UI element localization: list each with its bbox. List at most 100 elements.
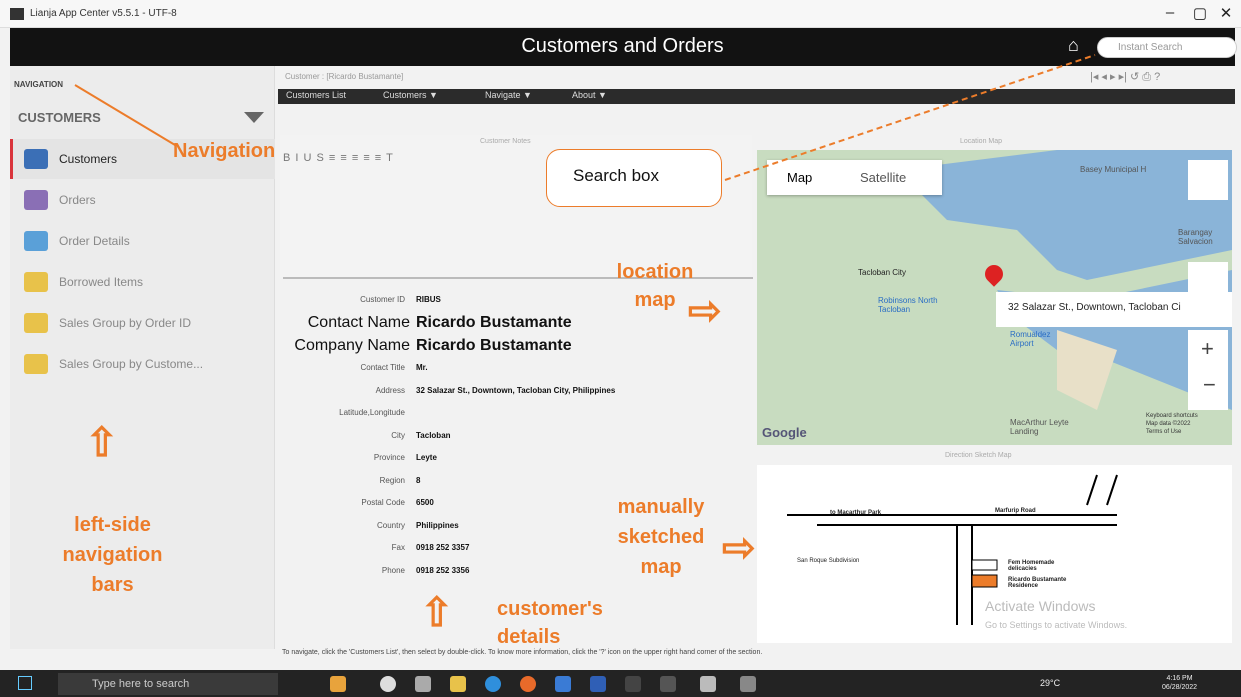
- sidebar-item-sales-group-customer[interactable]: Sales Group by Custome...: [10, 344, 275, 384]
- zoom-out-button[interactable]: −: [1203, 372, 1216, 398]
- cortana-icon[interactable]: [380, 676, 396, 692]
- menu-customers-list[interactable]: Customers List: [286, 90, 346, 100]
- lianja-icon-2[interactable]: [660, 676, 676, 692]
- field-label: Contact Title: [360, 363, 405, 372]
- word-icon[interactable]: [590, 676, 606, 692]
- map-attribution: Keyboard shortcuts Map data ©2022 Terms …: [1146, 412, 1230, 436]
- field-value[interactable]: 32 Salazar St., Downtown, Tacloban City,…: [416, 386, 615, 395]
- field-value[interactable]: Philippines: [416, 521, 459, 530]
- sidebar-item-borrowed-items[interactable]: Borrowed Items: [10, 262, 275, 302]
- map-label: MacArthur Leyte Landing: [1010, 418, 1069, 436]
- zoom-in-button[interactable]: +: [1201, 336, 1214, 362]
- app-icon-2[interactable]: [740, 676, 756, 692]
- field-label: Fax: [391, 543, 405, 552]
- google-logo: Google: [762, 425, 807, 440]
- store-icon[interactable]: [555, 676, 571, 692]
- active-indicator: [10, 139, 13, 179]
- file-explorer-icon[interactable]: [450, 676, 466, 692]
- field-value[interactable]: Mr.: [416, 363, 428, 372]
- field-label: Company Name: [294, 337, 410, 354]
- field-label: Region: [379, 476, 405, 485]
- record-pager[interactable]: |◂ ◂ ▸ ▸| ↺ ⎙ ?: [1090, 70, 1160, 84]
- sales-group-customer-icon: [24, 354, 48, 374]
- collapse-section-icon[interactable]: [244, 112, 264, 123]
- field-label: Address: [375, 386, 405, 395]
- annotation-arrow: [74, 84, 176, 146]
- sidebar-item-order-details[interactable]: Order Details: [10, 221, 275, 261]
- field-value[interactable]: 8: [416, 476, 420, 485]
- borrowed-items-icon: [24, 272, 48, 292]
- annotation-up-arrow: ⇧: [85, 421, 119, 465]
- lianja-icon[interactable]: [625, 676, 641, 692]
- map-label: Barangay Salvacion: [1178, 228, 1213, 246]
- sketch-label: San Roque Subdivision: [797, 558, 860, 564]
- field-label: Province: [373, 453, 405, 462]
- sidebar-item-label: Customers: [59, 152, 118, 166]
- rich-text-toolbar[interactable]: B I U S ≡ ≡ ≡ ≡ ≡ T: [283, 152, 394, 164]
- navigation-label: NAVIGATION: [14, 80, 64, 89]
- task-view-icon[interactable]: [415, 676, 431, 692]
- field-value[interactable]: Leyte: [416, 453, 437, 462]
- close-button[interactable]: ✕: [1211, 4, 1241, 22]
- annotation-right-arrow: ⇨: [688, 289, 722, 333]
- field-value[interactable]: RIBUS: [416, 295, 441, 304]
- annotation-up-arrow-2: ⇧: [420, 591, 454, 635]
- windows-taskbar: Type here to search 29°C 4:16 PM 06/28/2…: [0, 670, 1241, 697]
- app-logo-icon: [10, 8, 24, 20]
- sidebar-item-label: Order Details: [59, 234, 130, 248]
- annotation-customer-details: customer's details: [497, 598, 603, 648]
- field-label: Phone: [381, 566, 405, 575]
- taskbar-app-icon[interactable]: [330, 676, 346, 692]
- clock-date: 06/28/2022: [1162, 684, 1198, 691]
- annotation-search-box: Search box: [546, 149, 722, 207]
- taskbar-search[interactable]: Type here to search: [58, 673, 278, 695]
- sidebar-item-label: Sales Group by Order ID: [59, 316, 192, 330]
- sketch-label: Fem Homemade delicacies: [1008, 560, 1055, 572]
- menu-customers[interactable]: Customers ▼: [383, 90, 438, 100]
- sales-group-icon: [24, 313, 48, 333]
- field-label: City: [391, 431, 405, 440]
- keyboard-shortcuts-link[interactable]: Keyboard shortcuts: [1146, 412, 1230, 420]
- search-input[interactable]: Instant Search: [1097, 37, 1237, 58]
- field-value[interactable]: 0918 252 3357: [416, 543, 469, 552]
- menu-navigate[interactable]: Navigate ▼: [485, 90, 532, 100]
- sidebar-item-label: Borrowed Items: [59, 275, 144, 289]
- edge-icon[interactable]: [485, 676, 501, 692]
- fullscreen-icon[interactable]: [1188, 160, 1228, 200]
- window-title: Lianja App Center v5.5.1 - UTF-8: [30, 8, 177, 19]
- annotation-sketched-map: manually sketched map: [617, 496, 705, 578]
- map-label: Tacloban City: [858, 268, 907, 277]
- sketch-map-title: Direction Sketch Map: [945, 452, 1012, 459]
- weather-temp[interactable]: 29°C: [1040, 678, 1060, 688]
- customers-icon: [24, 149, 48, 169]
- annotation-right-arrow-2: ⇨: [722, 526, 756, 570]
- annotation-left-side-nav: left-side navigation bars: [62, 514, 163, 596]
- order-details-icon: [24, 231, 48, 251]
- annotation-navigation: Navigation: [173, 140, 276, 162]
- sketch-roads: [787, 474, 1118, 625]
- app-icon[interactable]: [700, 676, 716, 692]
- annotation-dashed-arrow: [724, 54, 1096, 181]
- firefox-icon[interactable]: [520, 676, 536, 692]
- field-value[interactable]: Ricardo Bustamante: [416, 337, 572, 355]
- field-value[interactable]: 6500: [416, 498, 434, 507]
- windows-start-icon[interactable]: [18, 676, 32, 690]
- minimize-button[interactable]: –: [1155, 4, 1185, 21]
- terms-link[interactable]: Terms of Use: [1146, 428, 1230, 436]
- field-label: Country: [376, 521, 405, 530]
- field-value[interactable]: Tacloban: [416, 431, 451, 440]
- map-info-window: 32 Salazar St., Downtown, Tacloban Ci: [996, 292, 1232, 327]
- sketch-label: Ricardo Bustamante Residence: [1008, 577, 1067, 589]
- sidebar-item-label: Sales Group by Custome...: [59, 357, 204, 371]
- sidebar-item-sales-group-order[interactable]: Sales Group by Order ID: [10, 303, 275, 343]
- field-value[interactable]: Ricardo Bustamante: [416, 314, 572, 332]
- sketch-map: [757, 465, 1232, 643]
- notes-title: Customer Notes: [480, 138, 531, 145]
- taskbar-clock[interactable]: 4:16 PM 06/28/2022: [1162, 674, 1197, 692]
- field-label: Customer ID: [360, 295, 405, 304]
- sidebar-item-label: Orders: [59, 193, 96, 207]
- clock-time: 4:16 PM: [1166, 675, 1193, 682]
- menu-about[interactable]: About ▼: [572, 90, 607, 100]
- field-value[interactable]: 0918 252 3356: [416, 566, 469, 575]
- sidebar-item-orders[interactable]: Orders: [10, 180, 275, 220]
